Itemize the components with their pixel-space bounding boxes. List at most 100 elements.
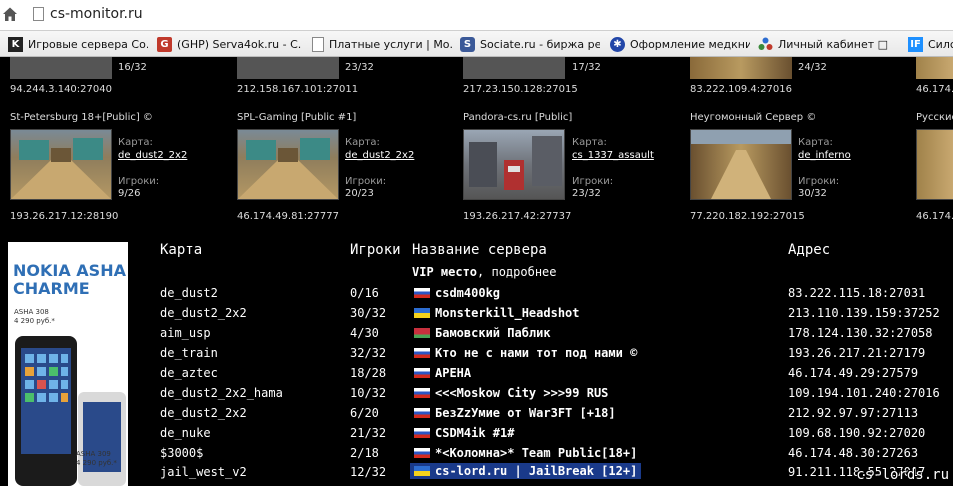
server-name-text: *<Коломна>* Team Public[18+]: [435, 446, 638, 460]
server-name[interactable]: SPL-Gaming [Public #1]: [237, 112, 356, 123]
players-cell: 30/32: [350, 306, 387, 320]
map-thumbnail[interactable]: [690, 57, 792, 79]
server-address: 94.244.3.140:27040: [10, 84, 112, 95]
page-content: 16/32 94.244.3.140:27040 23/32 212.158.1…: [0, 57, 953, 486]
address-cell: 109.68.190.92:27020: [788, 426, 926, 440]
server-name-cell[interactable]: Кто не с нами тот под нами ©: [414, 346, 637, 360]
column-header-address[interactable]: Адрес: [788, 242, 830, 258]
ad-title-line1: NOKIA ASHA: [13, 261, 126, 280]
bookmark-label: Платные услуги | Мо...: [329, 37, 452, 51]
bookmark-label: (GHP) Serva4ok.ru - С...: [177, 37, 302, 51]
players-cell: 12/32: [350, 465, 387, 479]
players-value: 20/23: [345, 188, 374, 199]
ad-phone1-price: 4 290 руб.*: [14, 317, 55, 325]
belarus-flag-icon: [414, 328, 430, 338]
column-header-name[interactable]: Название сервера: [412, 242, 547, 258]
address-cell: 213.110.139.159:37252: [788, 306, 940, 320]
map-thumbnail[interactable]: [10, 57, 112, 79]
server-name-text: <<<Moskow City >>>99 RUS: [435, 386, 609, 400]
nokia-ad-banner[interactable]: NOKIA ASHA CHARME ASHA 308 4 290 руб.* A…: [8, 242, 128, 486]
server-name-text: cs-lord.ru | JailBreak [12+]: [435, 464, 638, 478]
page-icon: [312, 36, 324, 52]
server-name-text: CSDM4ik #1#: [435, 426, 515, 440]
players-label: Игроки:: [118, 176, 160, 187]
bookmark-if[interactable]: IF Силс: [908, 36, 953, 52]
server-name-cell[interactable]: Бамовский Паблик: [414, 326, 551, 340]
map-thumbnail[interactable]: [463, 129, 565, 200]
bookmark-serva4ok[interactable]: G (GHP) Serva4ok.ru - С...: [157, 36, 302, 52]
bookmark-cabinet[interactable]: Личный кабинет □: [758, 36, 898, 52]
map-label: Карта:: [345, 137, 380, 148]
server-address: 46.174.: [916, 84, 953, 95]
map-cell: $3000$: [160, 446, 204, 460]
map-label: Карта:: [118, 137, 153, 148]
players-label: Игроки:: [345, 176, 387, 187]
column-header-players[interactable]: Игроки: [350, 242, 401, 258]
server-address: 46.174.: [916, 211, 953, 222]
server-name-cell[interactable]: csdm400kg: [414, 286, 500, 300]
players-cell: 21/32: [350, 426, 387, 440]
url-field[interactable]: cs-monitor.ru: [30, 4, 953, 26]
map-cell: de_nuke: [160, 426, 211, 440]
bookmark-paid-services[interactable]: Платные услуги | Мо...: [312, 36, 452, 52]
players-cell: 6/20: [350, 406, 379, 420]
ad-title: NOKIA ASHA CHARME: [13, 262, 126, 298]
bookmarks-bar: K Игровые сервера Со... G (GHP) Serva4ok…: [0, 31, 953, 57]
map-link[interactable]: cs_1337_assault: [572, 150, 654, 161]
server-name-cell[interactable]: CSDM4ik #1#: [414, 426, 514, 440]
server-address: 46.174.49.81:27777: [237, 211, 339, 222]
page-icon: [33, 7, 44, 21]
map-thumbnail[interactable]: [463, 57, 565, 79]
vip-details: , подробнее: [477, 265, 557, 279]
vip-place-link[interactable]: VIP место, подробнее: [412, 265, 557, 279]
map-thumbnail[interactable]: [237, 129, 339, 200]
players-value: 24/32: [798, 62, 827, 73]
map-thumbnail[interactable]: [916, 129, 953, 200]
url-text: cs-monitor.ru: [50, 6, 143, 22]
if-icon: IF: [908, 36, 923, 52]
map-label: Карта:: [572, 137, 607, 148]
map-thumbnail[interactable]: [10, 129, 112, 200]
players-value: 30/32: [798, 188, 827, 199]
map-link[interactable]: de_dust2_2x2: [345, 150, 414, 161]
ukraine-flag-icon: [414, 308, 430, 318]
server-name-text: csdm400kg: [435, 286, 501, 300]
bookmark-label: Оформление медкни...: [630, 37, 750, 51]
map-thumbnail[interactable]: [916, 57, 953, 79]
watermark: cs-lords.ru: [856, 467, 949, 483]
players-cell: 0/16: [350, 286, 379, 300]
home-icon[interactable]: [2, 6, 18, 22]
ukraine-flag-icon: [414, 466, 430, 476]
bookmark-sociate[interactable]: S Sociate.ru - биржа ре...: [460, 36, 600, 52]
server-name-cell-highlighted[interactable]: cs-lord.ru | JailBreak [12+]: [410, 463, 642, 479]
players-value: 9/26: [118, 188, 141, 199]
bookmark-cs-servers[interactable]: K Игровые сервера Со...: [8, 36, 148, 52]
server-name-cell[interactable]: *<Коломна>* Team Public[18+]: [414, 446, 637, 460]
server-name[interactable]: St-Petersburg 18+[Public] ©: [10, 112, 153, 123]
map-label: Карта:: [798, 137, 833, 148]
map-cell: aim_usp: [160, 326, 211, 340]
map-cell: de_dust2: [160, 286, 218, 300]
address-cell: 46.174.49.29:27579: [788, 366, 919, 380]
address-cell: 83.222.115.18:27031: [788, 286, 926, 300]
server-name[interactable]: Неугомонный Сервер ©: [690, 112, 816, 123]
server-address: 77.220.182.192:27015: [690, 211, 805, 222]
server-address: 212.158.167.101:27011: [237, 84, 359, 95]
map-thumbnail[interactable]: [690, 129, 792, 200]
bookmark-medbook[interactable]: ✱ Оформление медкни...: [610, 36, 750, 52]
server-name-text: БезZzУмие от War3FT [+18]: [435, 406, 616, 420]
server-name[interactable]: Pandora-cs.ru [Public]: [463, 112, 572, 123]
server-name-cell[interactable]: Monsterkill_Headshot: [414, 306, 580, 320]
map-link[interactable]: de_dust2_2x2: [118, 150, 187, 161]
server-name[interactable]: Русские: [916, 112, 953, 123]
map-link[interactable]: de_inferno: [798, 150, 851, 161]
address-cell: 212.92.97.97:27113: [788, 406, 919, 420]
server-name-cell[interactable]: БезZzУмие от War3FT [+18]: [414, 406, 616, 420]
players-value: 23/32: [345, 62, 374, 73]
players-value: 23/32: [572, 188, 601, 199]
address-cell: 46.174.48.30:27263: [788, 446, 919, 460]
server-name-cell[interactable]: АРЕНА: [414, 366, 471, 380]
server-name-cell[interactable]: <<<Moskow City >>>99 RUS: [414, 386, 608, 400]
map-thumbnail[interactable]: [237, 57, 339, 79]
column-header-map[interactable]: Карта: [160, 242, 202, 258]
